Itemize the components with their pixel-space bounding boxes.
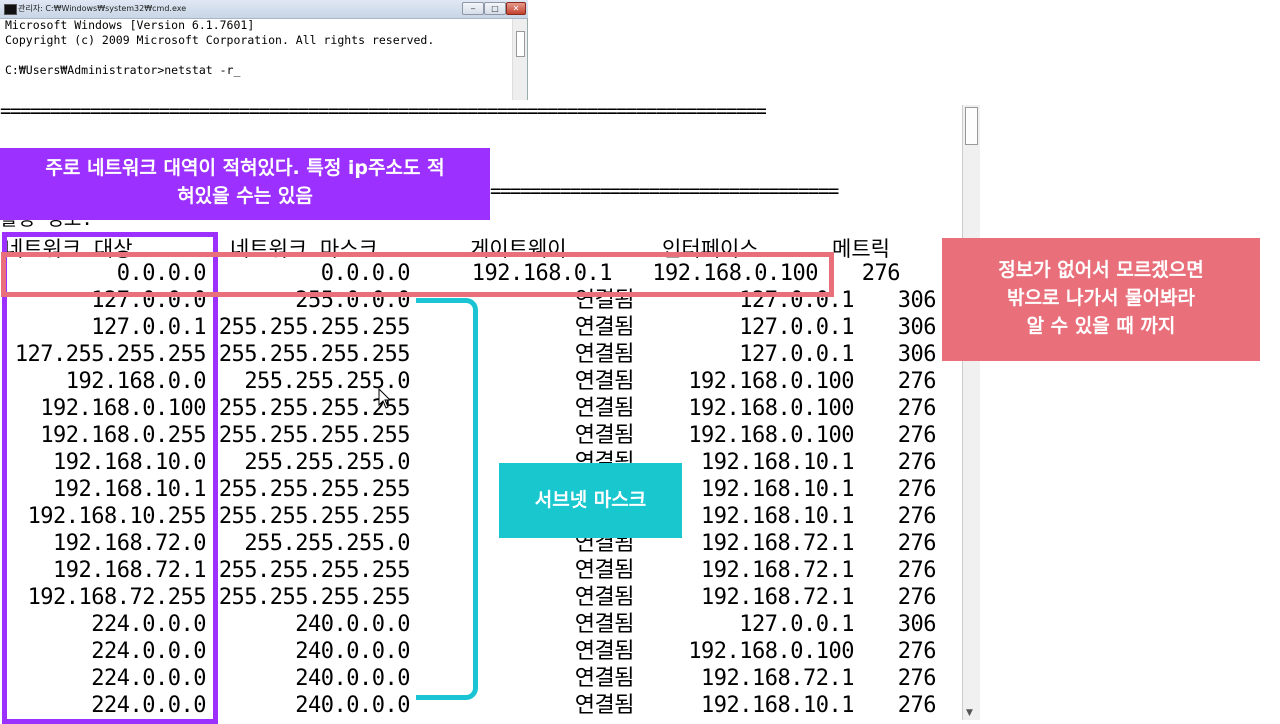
route-gateway: 연결됨 <box>574 315 635 340</box>
close-button[interactable]: ✕ <box>506 2 526 15</box>
route-netmask: 240.0.0.0 <box>295 693 410 718</box>
route-netmask: 255.255.255.0 <box>244 531 410 556</box>
cmd-scroll-thumb[interactable] <box>516 31 525 57</box>
route-netmask: 255.255.255.255 <box>218 558 411 583</box>
route-metric: 276 <box>897 450 937 475</box>
console-scroll-thumb[interactable] <box>965 107 978 145</box>
route-interface: 192.168.10.1 <box>701 477 854 502</box>
route-metric: 306 <box>897 612 937 637</box>
default-route-annotation: 정보가 없어서 모르겠으면 밖으로 나가서 물어봐라 알 수 있을 때 까지 <box>942 238 1260 361</box>
route-interface: 192.168.0.100 <box>688 369 854 394</box>
annotation-line: 밖으로 나가서 물어봐라 <box>1006 287 1196 309</box>
title-bar[interactable]: 관리자: C:₩Windows₩system32₩cmd.exe ‒ □ ✕ <box>0 0 528 19</box>
annotation-line: 정보가 없어서 모르겠으면 <box>998 259 1204 281</box>
route-netmask: 240.0.0.0 <box>295 612 410 637</box>
header-metric: 메트릭 <box>832 237 890 261</box>
route-interface: 192.168.0.100 <box>688 396 854 421</box>
window-title: 관리자: C:₩Windows₩system32₩cmd.exe <box>18 4 187 13</box>
route-interface: 192.168.72.1 <box>701 558 854 583</box>
minimize-button[interactable]: ‒ <box>462 2 484 15</box>
route-gateway: 연결됨 <box>574 423 635 448</box>
route-metric: 276 <box>897 423 937 448</box>
route-gateway: 연결됨 <box>574 639 635 664</box>
route-metric: 276 <box>897 693 937 718</box>
route-metric: 276 <box>897 558 937 583</box>
route-gateway: 연결됨 <box>574 396 635 421</box>
route-netmask: 240.0.0.0 <box>295 639 410 664</box>
default-route-highlight <box>1 252 834 297</box>
route-metric: 276 <box>897 666 937 691</box>
cmd-scrollbar[interactable] <box>512 19 527 100</box>
annotation-line: 알 수 있을 때 까지 <box>1026 315 1176 337</box>
annotation-line: 주로 네트워크 대역이 적혀있다. 특정 ip주소도 적 <box>45 157 445 179</box>
route-interface: 192.168.72.1 <box>701 585 854 610</box>
route-gateway: 연결됨 <box>574 342 635 367</box>
route-netmask: 255.255.255.255 <box>218 315 411 340</box>
route-gateway: 연결됨 <box>574 666 635 691</box>
route-netmask: 240.0.0.0 <box>295 666 410 691</box>
annotation-line: 혀있을 수는 있음 <box>177 185 313 207</box>
route-metric: 276 <box>897 639 937 664</box>
route-netmask: 255.255.255.255 <box>218 504 411 529</box>
cmd-prompt-line: C:₩Users₩Administrator>netstat -r_ <box>5 63 241 77</box>
route-metric: 276 <box>897 369 937 394</box>
route-interface: 192.168.72.1 <box>701 666 854 691</box>
route-netmask: 255.255.255.255 <box>218 477 411 502</box>
route-interface: 127.0.0.1 <box>739 315 854 340</box>
route-netmask: 255.255.255.255 <box>218 342 411 367</box>
route-metric: 306 <box>897 288 937 313</box>
separator-line: ========================================… <box>0 100 767 122</box>
route-interface: 192.168.10.1 <box>701 504 854 529</box>
netmask-bracket <box>416 298 478 700</box>
route-netmask: 255.255.255.255 <box>218 423 411 448</box>
route-metric: 276 <box>897 396 937 421</box>
route-gateway: 연결됨 <box>574 693 635 718</box>
cmd-window: 관리자: C:₩Windows₩system32₩cmd.exe ‒ □ ✕ M… <box>0 0 528 100</box>
route-metric: 306 <box>897 342 937 367</box>
route-interface: 127.0.0.1 <box>739 342 854 367</box>
console-scrollbar[interactable]: ▼ <box>962 105 980 720</box>
route-metric: 306 <box>897 315 937 340</box>
route-gateway: 연결됨 <box>574 612 635 637</box>
cmd-line: Copyright (c) 2009 Microsoft Corporation… <box>5 33 435 47</box>
cmd-icon <box>4 4 17 15</box>
route-metric: 276 <box>861 261 901 286</box>
route-interface: 192.168.10.1 <box>701 450 854 475</box>
route-gateway: 연결됨 <box>574 369 635 394</box>
route-netmask: 255.255.255.0 <box>244 450 410 475</box>
mouse-pointer-icon <box>378 388 392 409</box>
route-interface: 192.168.0.100 <box>688 423 854 448</box>
route-metric: 276 <box>897 585 937 610</box>
route-metric: 276 <box>897 504 937 529</box>
scroll-down-arrow-icon[interactable]: ▼ <box>966 708 973 718</box>
route-metric: 276 <box>897 477 937 502</box>
destination-annotation: 주로 네트워크 대역이 적혀있다. 특정 ip주소도 적 혀있을 수는 있음 <box>0 148 490 220</box>
route-metric: 276 <box>897 531 937 556</box>
route-gateway: 연결됨 <box>574 558 635 583</box>
destination-column-highlight <box>2 232 218 724</box>
separator-line: =================================== <box>490 180 839 202</box>
cmd-output[interactable]: Microsoft Windows [Version 6.1.7601] Copy… <box>5 18 434 78</box>
route-interface: 192.168.0.100 <box>688 639 854 664</box>
route-interface: 192.168.72.1 <box>701 531 854 556</box>
route-gateway: 연결됨 <box>574 585 635 610</box>
route-netmask: 255.255.255.255 <box>218 585 411 610</box>
cmd-line <box>5 48 434 63</box>
cmd-line: Microsoft Windows [Version 6.1.7601] <box>5 18 255 32</box>
maximize-button[interactable]: □ <box>484 2 506 15</box>
netmask-annotation: 서브넷 마스크 <box>499 463 682 538</box>
route-interface: 127.0.0.1 <box>739 612 854 637</box>
route-interface: 192.168.10.1 <box>701 693 854 718</box>
